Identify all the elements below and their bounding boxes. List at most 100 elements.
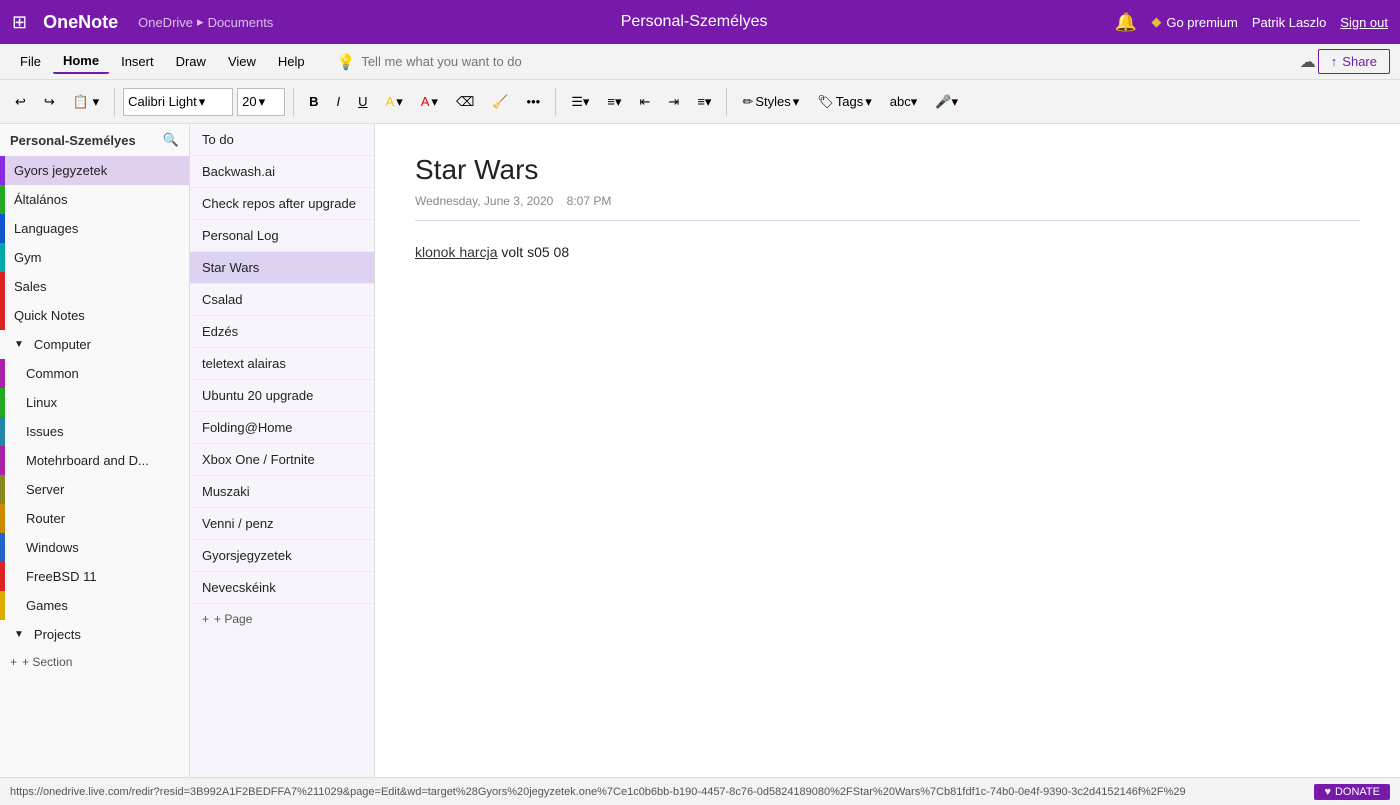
sidebar-item-label: Quick Notes [14,308,85,323]
sidebar-item-languages[interactable]: Languages [0,214,189,243]
page-item-venni[interactable]: Venni / penz [190,508,374,540]
notification-bell-icon[interactable]: 🔔 [1115,12,1137,33]
sidebar-item-quick-notes[interactable]: Quick Notes [0,301,189,330]
sidebar-item-label: Common [26,366,79,381]
breadcrumb-onedrive[interactable]: OneDrive [138,15,193,30]
note-date: Wednesday, June 3, 2020 [415,194,553,208]
color-bar [0,156,5,185]
sidebar-item-altalanos[interactable]: Általános [0,185,189,214]
bulb-icon: 💡 [337,53,356,71]
page-item-csalad[interactable]: Csalad [190,284,374,316]
more-button[interactable]: ••• [520,89,548,114]
bold-button[interactable]: B [302,89,325,114]
sidebar-header: Personal-Személyes 🔍 [0,124,189,156]
undo-button[interactable]: ↩ [8,89,33,115]
sidebar-group-computer[interactable]: ▼ Computer [0,330,189,359]
sidebar-item-issues[interactable]: Issues [0,417,189,446]
title-bar: ⊞ OneNote OneDrive ▸ Documents Personal-… [0,0,1400,44]
separator-1 [114,88,115,116]
tell-me-input[interactable] [361,54,581,69]
separator-4 [726,88,727,116]
color-bar [0,417,5,446]
sidebar-item-label: Általános [14,192,67,207]
note-title[interactable]: Star Wars [415,154,1360,186]
page-item-backwash[interactable]: Backwash.ai [190,156,374,188]
sidebar-item-gyors-jegyzetek[interactable]: Gyors jegyzetek [0,156,189,185]
page-item-nevecskéink[interactable]: Nevecskéink [190,572,374,604]
italic-button[interactable]: I [330,89,348,114]
separator-2 [293,88,294,116]
page-item-checkrepos[interactable]: Check repos after upgrade [190,188,374,220]
add-page-label: + Page [214,612,252,626]
heart-icon: ♥ [1324,786,1331,798]
menu-view[interactable]: View [218,50,266,73]
sidebar-item-gym[interactable]: Gym [0,243,189,272]
color-bar [0,562,5,591]
cloud-save-icon[interactable]: ☁ [1300,52,1316,72]
sign-out-link[interactable]: Sign out [1340,15,1388,30]
page-item-gyorsjegyzetek[interactable]: Gyorsjegyzetek [190,540,374,572]
highlight-button[interactable]: A▾ [379,89,410,115]
sidebar-item-router[interactable]: Router [0,504,189,533]
breadcrumb-sep: ▸ [197,14,204,30]
pages-panel: To do Backwash.ai Check repos after upgr… [190,124,375,777]
clear-format-button[interactable]: ⌫ [449,89,481,115]
menu-insert[interactable]: Insert [111,50,164,73]
share-button[interactable]: ↑ Share [1318,49,1390,74]
page-item-edzes[interactable]: Edzés [190,316,374,348]
font-selector[interactable]: Calibri Light ▾ [123,88,233,116]
breadcrumb-documents[interactable]: Documents [208,15,274,30]
add-page-button[interactable]: + + Page [190,604,374,634]
premium-button[interactable]: ◆ Go premium [1151,14,1238,30]
outdent-button[interactable]: ⇤ [633,89,658,115]
dictate-button[interactable]: 🎤▾ [928,89,965,115]
menu-home[interactable]: Home [53,49,109,74]
numbering-button[interactable]: ≡▾ [600,89,628,115]
note-link-klonok[interactable]: klonok harcja [415,244,498,260]
sidebar-item-freebsd[interactable]: FreeBSD 11 [0,562,189,591]
add-section-button[interactable]: + + Section [0,649,189,675]
spell-check-button[interactable]: abc▾ [883,89,925,115]
donate-button[interactable]: ♥ DONATE [1314,784,1390,800]
page-item-personallog[interactable]: Personal Log [190,220,374,252]
styles-button[interactable]: ✏ Styles▾ [735,89,806,115]
tags-button[interactable]: 🏷 Tags▾ [810,89,879,115]
underline-button[interactable]: U [351,89,374,114]
sidebar-item-label: Gyors jegyzetek [14,163,107,178]
donate-label: DONATE [1335,786,1380,798]
status-bar: https://onedrive.live.com/redir?resid=3B… [0,777,1400,805]
sidebar-group-projects[interactable]: ▼ Projects [0,620,189,649]
align-button[interactable]: ≡▾ [690,89,718,115]
note-body[interactable]: klonok harcja volt s05 08 [415,241,1360,263]
search-icon[interactable]: 🔍 [163,132,179,148]
sidebar-item-windows[interactable]: Windows [0,533,189,562]
redo-button[interactable]: ↪ [37,89,62,115]
page-item-folding[interactable]: Folding@Home [190,412,374,444]
sidebar-item-games[interactable]: Games [0,591,189,620]
font-dropdown-icon: ▾ [199,94,206,110]
menu-help[interactable]: Help [268,50,315,73]
font-size-selector[interactable]: 20 ▾ [237,88,285,116]
page-item-todo[interactable]: To do [190,124,374,156]
menu-draw[interactable]: Draw [166,50,216,73]
sidebar-item-motherboard[interactable]: Motehrboard and D... [0,446,189,475]
indent-button[interactable]: ⇥ [661,89,686,115]
erase-button[interactable]: 🧹 [485,89,515,115]
page-item-muszaki[interactable]: Muszaki [190,476,374,508]
sidebar-item-label: Router [26,511,65,526]
bullets-button[interactable]: ☰▾ [564,89,596,115]
sidebar: Personal-Személyes 🔍 Gyors jegyzetek Ált… [0,124,190,777]
page-item-teletext[interactable]: teletext alairas [190,348,374,380]
apps-grid-icon[interactable]: ⊞ [12,12,27,33]
sidebar-item-common[interactable]: Common [0,359,189,388]
page-item-xbox[interactable]: Xbox One / Fortnite [190,444,374,476]
sidebar-item-server[interactable]: Server [0,475,189,504]
sidebar-item-linux[interactable]: Linux [0,388,189,417]
page-item-starwars[interactable]: Star Wars [190,252,374,284]
sidebar-item-label: Linux [26,395,57,410]
sidebar-item-sales[interactable]: Sales [0,272,189,301]
clipboard-button[interactable]: 📋 ▾ [66,89,106,115]
page-item-ubuntu[interactable]: Ubuntu 20 upgrade [190,380,374,412]
menu-file[interactable]: File [10,50,51,73]
font-color-button[interactable]: A▾ [414,89,445,115]
